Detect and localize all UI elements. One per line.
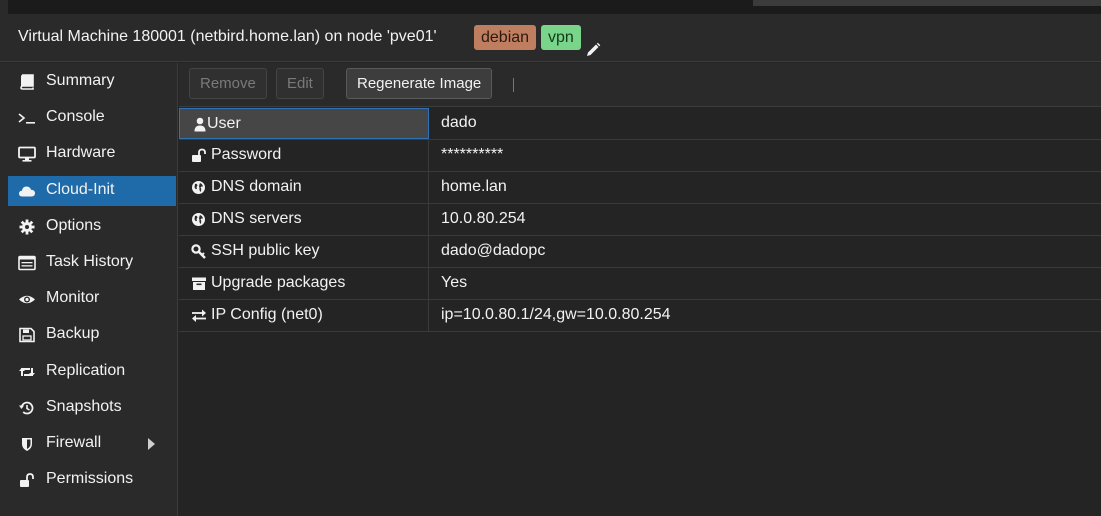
- user-icon: [194, 117, 206, 132]
- desktop-icon: [18, 146, 36, 162]
- sidebar-item-label: Hardware: [46, 144, 116, 161]
- sidebar-item-label: Replication: [46, 362, 126, 379]
- list-icon: [18, 255, 36, 271]
- sidebar-item-permissions[interactable]: Permissions: [8, 465, 176, 495]
- tag-debian[interactable]: debian: [474, 25, 537, 50]
- sidebar-item-console[interactable]: Console: [8, 103, 176, 133]
- globe-icon: [192, 213, 205, 226]
- row-key-label: IP Config (net0): [211, 306, 323, 323]
- sidebar-item-label: Firewall: [46, 434, 102, 451]
- sidebar-item-label: Snapshots: [46, 398, 122, 415]
- row-key: DNS servers: [179, 204, 429, 235]
- row-value: 10.0.80.254: [441, 210, 526, 227]
- sidebar-item-label: Task History: [46, 253, 134, 270]
- sidebar-item-label: Options: [46, 217, 102, 234]
- top-strip: [0, 0, 1101, 14]
- unlock-icon: [20, 473, 34, 487]
- row-value: dado: [441, 114, 477, 131]
- cloud-icon: [19, 186, 35, 197]
- row-key-label: Password: [211, 146, 282, 163]
- grid-empty-area: [179, 332, 1101, 516]
- row-key-label: DNS servers: [211, 210, 302, 227]
- sidebar-item-label: Backup: [46, 325, 100, 342]
- sidebar-item-replication[interactable]: Replication: [8, 357, 176, 387]
- archive-icon: [192, 277, 206, 290]
- sidebar-item-hardware[interactable]: Hardware: [8, 139, 176, 169]
- page-title: Virtual Machine 180001 (netbird.home.lan…: [18, 28, 437, 45]
- vm-header: Virtual Machine 180001 (netbird.home.lan…: [0, 14, 1101, 62]
- regenerate-image-button[interactable]: Regenerate Image: [346, 68, 493, 99]
- eye-icon: [19, 295, 35, 304]
- row-key: Password: [179, 140, 429, 171]
- row-key: SSH public key: [179, 236, 429, 267]
- floppy-icon: [19, 327, 35, 343]
- table-row[interactable]: Upgrade packages Yes: [179, 268, 1101, 300]
- row-value: dado@dadopc: [441, 242, 546, 259]
- sidebar-item-task-history[interactable]: Task History: [8, 248, 176, 278]
- sidebar-item-label: Monitor: [46, 289, 100, 306]
- sidebar-item-label: Summary: [46, 72, 115, 89]
- sidebar-item-monitor[interactable]: Monitor: [8, 284, 176, 314]
- table-row[interactable]: Password **********: [179, 140, 1101, 172]
- row-key: DNS domain: [179, 172, 429, 203]
- edit-button[interactable]: Edit: [276, 68, 324, 99]
- tag-vpn[interactable]: vpn: [541, 25, 581, 50]
- row-value: ip=10.0.80.1/24,gw=10.0.80.254: [441, 306, 671, 323]
- gear-icon: [19, 219, 35, 235]
- toolbar: Remove Edit Regenerate Image: [179, 63, 1101, 107]
- chevron-right-icon[interactable]: [148, 438, 155, 450]
- key-icon: [191, 244, 206, 259]
- row-value: **********: [441, 146, 504, 163]
- sidebar: Summary Console Hardware Cloud-Init Opti…: [0, 63, 178, 516]
- row-value: Yes: [441, 274, 468, 291]
- row-key: User: [179, 108, 429, 139]
- row-key-label: User: [207, 115, 241, 132]
- row-key: IP Config (net0): [179, 300, 429, 331]
- sidebar-item-cloud-init[interactable]: Cloud-Init: [8, 176, 176, 206]
- book-icon: [20, 74, 34, 90]
- sidebar-item-firewall[interactable]: Firewall: [8, 429, 176, 459]
- sidebar-item-summary[interactable]: Summary: [8, 67, 176, 97]
- row-key-label: SSH public key: [211, 242, 320, 259]
- retweet-icon: [19, 367, 35, 377]
- unlock-icon: [192, 148, 206, 162]
- exchange-icon: [192, 309, 206, 322]
- terminal-icon: [18, 113, 35, 124]
- sidebar-item-label: Console: [46, 108, 105, 125]
- top-strip-left: [0, 0, 8, 14]
- top-strip-right: [753, 0, 1101, 6]
- globe-icon: [192, 181, 205, 194]
- history-icon: [19, 401, 34, 415]
- table-row[interactable]: DNS domain home.lan: [179, 172, 1101, 204]
- cloud-init-grid: User dado Password ********** DNS domain…: [179, 108, 1101, 332]
- sidebar-item-snapshots[interactable]: Snapshots: [8, 393, 176, 423]
- table-row[interactable]: IP Config (net0) ip=10.0.80.1/24,gw=10.0…: [179, 300, 1101, 332]
- shield-icon: [22, 438, 32, 451]
- table-row[interactable]: User dado: [179, 108, 1101, 140]
- toolbar-separator: [513, 78, 514, 92]
- sidebar-item-label: Permissions: [46, 470, 134, 487]
- sidebar-item-label: Cloud-Init: [46, 181, 115, 198]
- pencil-icon[interactable]: [585, 42, 601, 58]
- row-key-label: DNS domain: [211, 178, 302, 195]
- sidebar-item-options[interactable]: Options: [8, 212, 176, 242]
- table-row[interactable]: SSH public key dado@dadopc: [179, 236, 1101, 268]
- table-row[interactable]: DNS servers 10.0.80.254: [179, 204, 1101, 236]
- sidebar-item-backup[interactable]: Backup: [8, 320, 176, 350]
- row-key-label: Upgrade packages: [211, 274, 346, 291]
- row-value: home.lan: [441, 178, 507, 195]
- remove-button[interactable]: Remove: [189, 68, 267, 99]
- row-key: Upgrade packages: [179, 268, 429, 299]
